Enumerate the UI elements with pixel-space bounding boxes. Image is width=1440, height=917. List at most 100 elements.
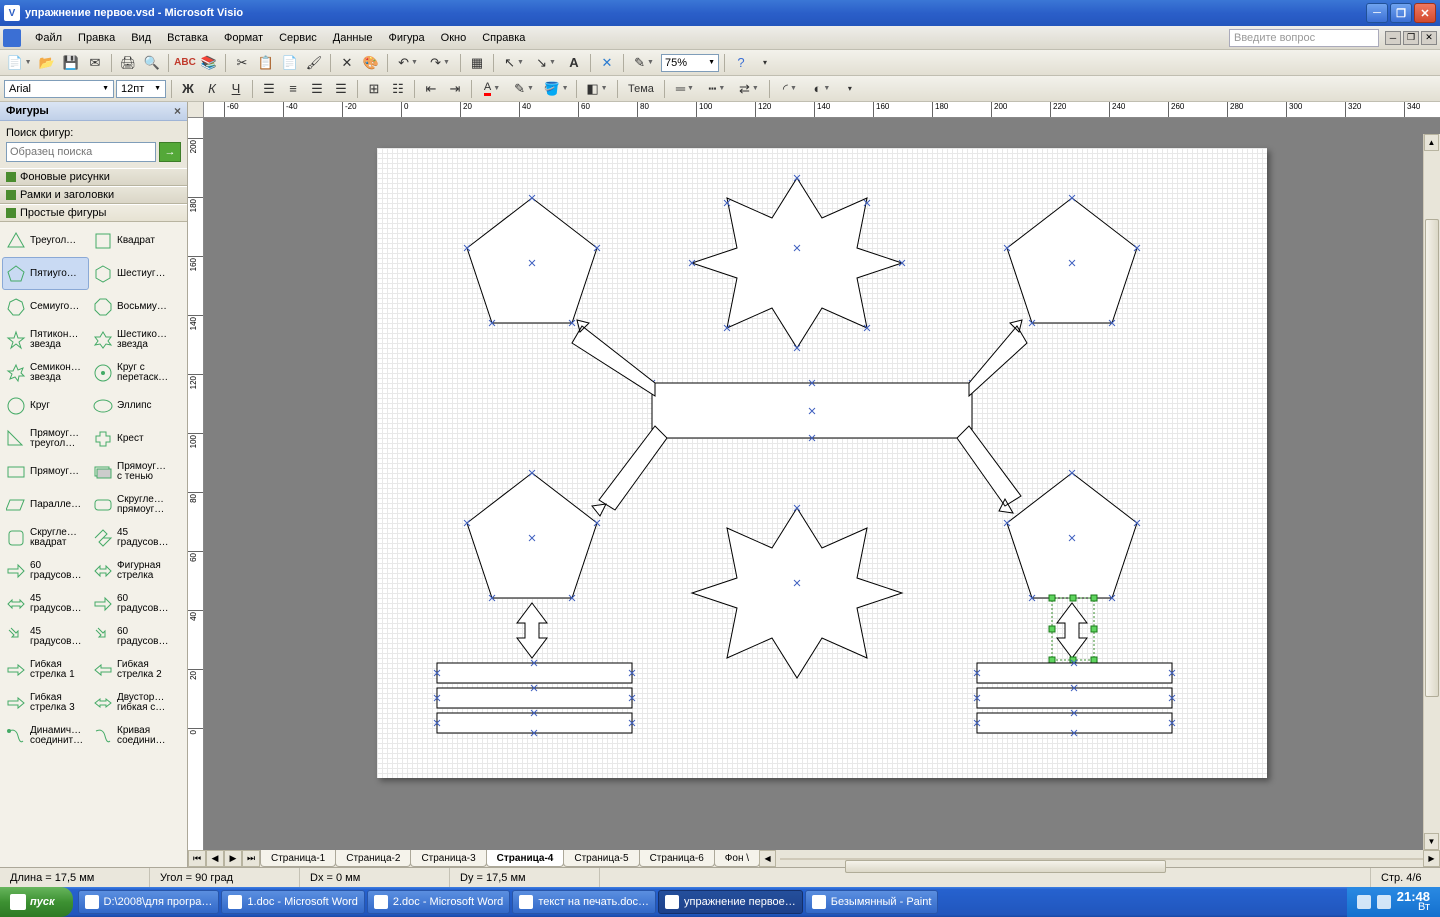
last-page-button[interactable]: ⏭	[242, 850, 260, 867]
shape-stencil-item[interactable]: Восьмиу…	[89, 290, 176, 323]
bullets-button[interactable]: ☷	[387, 78, 409, 100]
align-right-button[interactable]: ☰	[306, 78, 328, 100]
shape-stencil-item[interactable]: Шестиуг…	[89, 257, 176, 290]
menu-item[interactable]: Правка	[70, 29, 123, 47]
next-page-button[interactable]: ▶	[224, 850, 242, 867]
save-button[interactable]: 💾	[60, 52, 82, 74]
help-search-input[interactable]: Введите вопрос	[1229, 29, 1379, 47]
shape-stencil-item[interactable]: Прямоуг…	[2, 455, 89, 488]
menu-item[interactable]: Фигура	[381, 29, 433, 47]
rectangle-shape[interactable]	[649, 380, 975, 441]
connection-point-button[interactable]: ✕	[596, 52, 618, 74]
theme-button[interactable]: Тема	[623, 78, 659, 100]
stencil-category[interactable]: Фоновые рисунки	[0, 168, 187, 186]
shape-stencil-item[interactable]: Гибкая стрелка 2	[89, 653, 176, 686]
ruler-origin[interactable]	[188, 102, 204, 118]
line-weight-button[interactable]: ═▼	[670, 78, 700, 100]
shape-stencil-item[interactable]: Семикон… звезда	[2, 356, 89, 389]
toolbar-options-button[interactable]: ▾	[754, 52, 776, 74]
first-page-button[interactable]: ⏮	[188, 850, 206, 867]
menu-item[interactable]: Сервис	[271, 29, 325, 47]
menu-item[interactable]: Данные	[325, 29, 381, 47]
menu-item[interactable]: Вид	[123, 29, 159, 47]
star-shape[interactable]	[689, 175, 905, 351]
drawing-shapes[interactable]	[377, 148, 1267, 778]
email-button[interactable]: ✉	[84, 52, 106, 74]
bold-button[interactable]: Ж	[177, 78, 199, 100]
shape-stencil-item[interactable]: Круг	[2, 389, 89, 422]
pentagon-shape[interactable]	[464, 195, 600, 326]
toolbar-options-2-button[interactable]: ▾	[839, 78, 861, 100]
tray-icon[interactable]	[1357, 895, 1371, 909]
print-preview-button[interactable]: 🔍	[141, 52, 163, 74]
shape-stencil-item[interactable]: Эллипс	[89, 389, 176, 422]
research-button[interactable]: 📚	[198, 52, 220, 74]
menu-item[interactable]: Файл	[27, 29, 70, 47]
shape-stencil-item[interactable]: 60 градусов…	[89, 587, 176, 620]
shape-stencil-item[interactable]: Круг с перетаск…	[89, 356, 176, 389]
page-tab[interactable]: Страница-6	[639, 850, 715, 867]
minimize-button[interactable]: ─	[1366, 3, 1388, 23]
drawing-page[interactable]	[377, 148, 1267, 778]
page-tab[interactable]: Фон \	[714, 850, 760, 867]
shape-stencil-item[interactable]: Двустор… гибкая с…	[89, 686, 176, 719]
shape-stencil-item[interactable]: Пятиуго…	[2, 257, 89, 290]
shape-stencil-item[interactable]: Скругле… прямоуг…	[89, 488, 176, 521]
connector-arrow[interactable]	[592, 426, 667, 516]
pentagon-shape[interactable]	[464, 470, 600, 601]
sidebar-close-button[interactable]: ×	[174, 104, 181, 118]
shape-stencil-item[interactable]: 60 градусов…	[89, 620, 176, 653]
shape-stencil-item[interactable]: Динамич… соединит…	[2, 719, 89, 752]
shapes-list[interactable]: Треугол…КвадратПятиуго…Шестиуг…Семиуго…В…	[0, 222, 187, 867]
paste-button[interactable]: 📄	[279, 52, 301, 74]
open-button[interactable]: 📂	[36, 52, 58, 74]
decrease-indent-button[interactable]: ⇤	[420, 78, 442, 100]
shape-stencil-item[interactable]: Гибкая стрелка 3	[2, 686, 89, 719]
menu-item[interactable]: Окно	[433, 29, 475, 47]
line-color-button[interactable]: ✎▼	[509, 78, 539, 100]
scroll-right-button[interactable]: ▶	[1423, 850, 1440, 867]
shape-stencil-item[interactable]: Гибкая стрелка 1	[2, 653, 89, 686]
underline-button[interactable]: Ч	[225, 78, 247, 100]
stamp-button[interactable]: 🎨	[360, 52, 382, 74]
page-tab[interactable]: Страница-1	[260, 850, 336, 867]
increase-indent-button[interactable]: ⇥	[444, 78, 466, 100]
shape-stencil-item[interactable]: Прямоуг… с тенью	[89, 455, 176, 488]
font-name-combo[interactable]: Arial▼	[4, 80, 114, 98]
scroll-up-button[interactable]: ▲	[1424, 134, 1439, 151]
mdi-minimize-button[interactable]: ─	[1385, 31, 1401, 45]
updown-arrow-shape-selected[interactable]	[1049, 595, 1097, 663]
cut-button[interactable]: ✂	[231, 52, 253, 74]
line-ends-button[interactable]: ⇄▼	[734, 78, 764, 100]
distribute-button[interactable]: ⊞	[363, 78, 385, 100]
corner-rounding-button[interactable]: ◜▼	[775, 78, 805, 100]
page-tab[interactable]: Страница-5	[563, 850, 639, 867]
connector-arrow[interactable]	[572, 320, 655, 396]
taskbar-item[interactable]: D:\2008\для програ…	[78, 890, 220, 914]
fill-color-button[interactable]: 🪣▼	[541, 78, 571, 100]
horizontal-ruler[interactable]: -60-40-200204060801001201401601802002202…	[204, 102, 1440, 118]
shape-stencil-item[interactable]: Семиуго…	[2, 290, 89, 323]
shape-search-input[interactable]	[6, 142, 156, 162]
shape-stencil-item[interactable]: Шестико… звезда	[89, 323, 176, 356]
format-painter-button[interactable]: 🖌	[303, 52, 325, 74]
copy-button[interactable]: 📋	[255, 52, 277, 74]
horizontal-scrollbar[interactable]	[780, 858, 1423, 860]
help-button[interactable]: ?	[730, 52, 752, 74]
taskbar-item[interactable]: 2.doc - Microsoft Word	[367, 890, 510, 914]
mdi-close-button[interactable]: ✕	[1421, 31, 1437, 45]
close-button[interactable]: ✕	[1414, 3, 1436, 23]
shape-stencil-item[interactable]: Треугол…	[2, 224, 89, 257]
italic-button[interactable]: К	[201, 78, 223, 100]
pentagon-shape[interactable]	[1004, 195, 1140, 326]
print-button[interactable]: 🖨	[117, 52, 139, 74]
shadow-button[interactable]: ◧▼	[582, 78, 612, 100]
redo-button[interactable]: ↷▼	[425, 52, 455, 74]
maximize-button[interactable]: ❐	[1390, 3, 1412, 23]
shape-stencil-item[interactable]: 45 градусов…	[2, 620, 89, 653]
taskbar-item[interactable]: упражнение первое…	[658, 890, 803, 914]
shape-stencil-item[interactable]: Прямоуг… треугол…	[2, 422, 89, 455]
connector-arrow[interactable]	[957, 426, 1021, 513]
stencil-category[interactable]: Рамки и заголовки	[0, 186, 187, 204]
spellcheck-button[interactable]: ABC	[174, 52, 196, 74]
